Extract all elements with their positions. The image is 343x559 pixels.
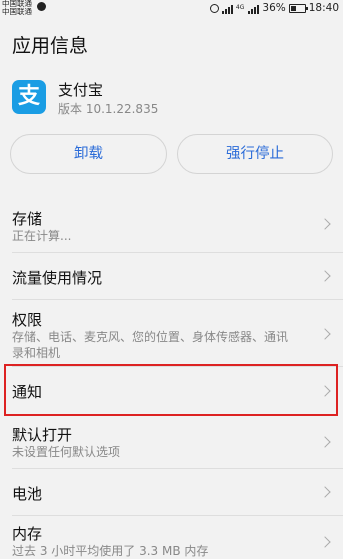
chevron-right-icon xyxy=(319,328,331,340)
chevron-right-icon xyxy=(319,218,331,230)
settings-row-storage[interactable]: 存储 正在计算... xyxy=(0,196,343,252)
signal-2-icon xyxy=(248,3,260,14)
row-subtitle-line-2: 录和相机 xyxy=(12,346,61,360)
force-stop-button[interactable]: 强行停止 xyxy=(177,134,333,174)
settings-row-battery[interactable]: 电池 xyxy=(0,469,343,515)
settings-row-default-open[interactable]: 默认打开 未设置任何默认选项 xyxy=(0,418,343,468)
settings-row-memory[interactable]: 内存 过去 3 小时平均使用了 3.3 MB 内存 xyxy=(0,516,343,558)
app-name: 支付宝 xyxy=(58,81,104,99)
settings-row-data-usage[interactable]: 流量使用情况 xyxy=(0,253,343,299)
app-version: 版本 10.1.22.835 xyxy=(58,102,159,116)
row-subtitle-line-1: 存储、电话、麦克风、您的位置、身体传感器、通讯 xyxy=(12,330,289,344)
chevron-right-icon xyxy=(319,270,331,282)
row-title: 默认打开 xyxy=(12,426,73,444)
nfc-icon xyxy=(37,2,46,11)
chevron-right-icon xyxy=(319,486,331,498)
row-title: 权限 xyxy=(12,311,43,329)
row-title: 电池 xyxy=(12,485,43,503)
battery-icon xyxy=(288,3,308,13)
chevron-right-icon xyxy=(319,436,331,448)
alipay-app-icon: 支 xyxy=(12,80,46,114)
carrier-2-label: 中国联通 xyxy=(2,7,32,16)
uninstall-button[interactable]: 卸载 xyxy=(10,134,167,174)
alarm-icon xyxy=(209,3,219,13)
row-subtitle: 未设置任何默认选项 xyxy=(12,445,121,459)
signal-1-icon xyxy=(221,3,233,14)
notifications-highlight-box xyxy=(4,364,338,416)
settings-row-permissions[interactable]: 权限 存储、电话、麦克风、您的位置、身体传感器、通讯 录和相机 xyxy=(0,300,343,364)
network-type-label: 4G xyxy=(235,4,245,11)
page-title: 应用信息 xyxy=(12,35,89,57)
row-title: 存储 xyxy=(12,210,43,228)
row-subtitle: 过去 3 小时平均使用了 3.3 MB 内存 xyxy=(12,544,209,558)
row-title: 内存 xyxy=(12,525,43,543)
chevron-right-icon xyxy=(319,536,331,548)
row-subtitle: 正在计算... xyxy=(12,229,72,243)
battery-percent: 36% xyxy=(262,2,286,14)
clock: 18:40 xyxy=(308,2,339,14)
status-bar: 中国联通 中国联通 4G 36% 18:40 xyxy=(0,0,343,18)
row-title: 流量使用情况 xyxy=(12,269,103,287)
